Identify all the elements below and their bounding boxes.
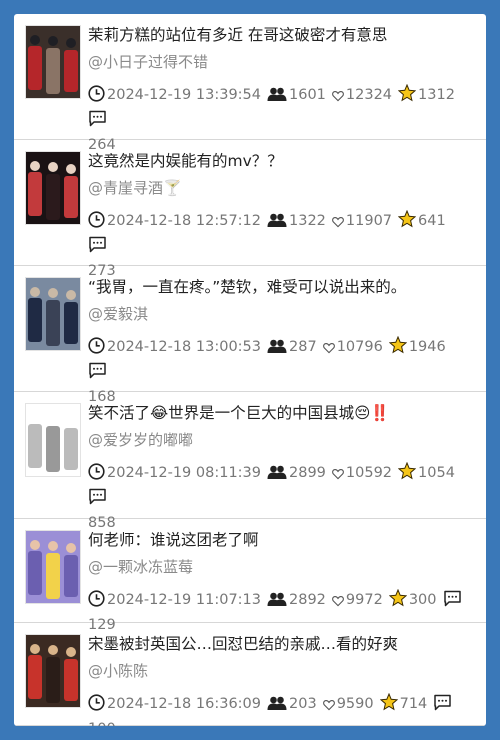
views-icon	[267, 592, 289, 608]
post-card[interactable]: 何老师：谁说这团老了啊 @一颗冰冻蓝莓 2024-12-19 11:07:13 289…	[14, 519, 486, 633]
post-title[interactable]: 茉莉方糕的站位有多近 在哥这破密才有意思	[88, 24, 468, 46]
post-title[interactable]: 笑不活了😂世界是一个巨大的中国县城😔‼️	[88, 402, 468, 424]
view-count: 2899	[289, 465, 326, 481]
like-count: 10796	[336, 339, 383, 355]
view-count: 1322	[289, 213, 326, 229]
like-count: 11907	[345, 213, 393, 229]
post-time: 2024-12-18 16:36:09	[107, 696, 261, 712]
clock-icon	[88, 211, 107, 229]
post-author[interactable]: @小日子过得不错	[88, 51, 468, 73]
heart-icon	[332, 87, 346, 103]
clock-icon	[88, 463, 107, 481]
post-time: 2024-12-19 08:11:39	[107, 465, 261, 481]
heart-icon	[332, 213, 346, 229]
comment-icon	[88, 362, 109, 380]
like-count: 9972	[345, 592, 383, 608]
comment-icon	[88, 488, 109, 506]
heart-icon	[322, 339, 337, 355]
post-thumbnail[interactable]	[25, 277, 81, 351]
post-title[interactable]: 这竟然是内娱能有的mv？？	[88, 150, 468, 172]
views-icon	[267, 696, 289, 712]
favorite-count: 1054	[418, 465, 455, 481]
clock-icon	[88, 590, 107, 608]
star-icon	[398, 462, 418, 481]
view-count: 1601	[289, 87, 326, 103]
post-author[interactable]: @爱岁岁的嘟嘟	[88, 429, 468, 451]
star-icon	[379, 693, 400, 712]
views-icon	[267, 87, 289, 103]
comment-icon	[443, 590, 464, 608]
views-icon	[267, 339, 289, 355]
post-author[interactable]: @一颗冰冻蓝莓	[88, 556, 468, 578]
star-icon	[398, 210, 418, 229]
like-count: 10592	[345, 465, 393, 481]
comment-icon	[88, 236, 109, 254]
post-thumbnail[interactable]	[25, 403, 81, 477]
favorite-count: 714	[399, 696, 428, 712]
post-thumbnail[interactable]	[25, 634, 81, 708]
clock-icon	[88, 85, 107, 103]
post-time: 2024-12-19 13:39:54	[107, 87, 261, 103]
post-card[interactable]: 这竟然是内娱能有的mv？？ @青崖寻酒🍸 2024-12-18 12:57:12 13…	[14, 140, 486, 279]
view-count: 2892	[289, 592, 326, 608]
star-icon	[398, 84, 418, 103]
post-author[interactable]: @小陈陈	[88, 660, 468, 682]
post-time: 2024-12-18 13:00:53	[107, 339, 261, 355]
post-card[interactable]: 宋墨被封英国公…回怼巴结的亲戚…看的好爽 @小陈陈 2024-12-18 16:36…	[14, 623, 486, 726]
post-card[interactable]: “我胃，一直在疼。”楚钦，难受可以说出来的。 @爱毅淇 2024-12-18 13:…	[14, 266, 486, 405]
views-icon	[267, 213, 289, 229]
post-stats: 2024-12-18 16:36:09 203 9590 714 100	[88, 692, 468, 726]
post-card[interactable]: 茉莉方糕的站位有多近 在哥这破密才有意思 @小日子过得不错 2024-12-19 1…	[14, 14, 486, 153]
comment-count: 100	[88, 721, 116, 726]
clock-icon	[88, 337, 107, 355]
post-author[interactable]: @青崖寻酒🍸	[88, 177, 468, 199]
comment-icon	[88, 110, 109, 128]
star-icon	[388, 589, 409, 608]
clock-icon	[88, 694, 107, 712]
views-icon	[267, 465, 289, 481]
post-title[interactable]: “我胃，一直在疼。”楚钦，难受可以说出来的。	[88, 276, 468, 298]
favorite-count: 300	[408, 592, 437, 608]
view-count: 203	[289, 696, 317, 712]
post-thumbnail[interactable]	[25, 25, 81, 99]
post-author[interactable]: @爱毅淇	[88, 303, 468, 325]
post-thumbnail[interactable]	[25, 151, 81, 225]
favorite-count: 641	[418, 213, 446, 229]
view-count: 287	[289, 339, 317, 355]
favorite-count: 1946	[408, 339, 446, 355]
favorite-count: 1312	[418, 87, 455, 103]
post-time: 2024-12-19 11:07:13	[107, 592, 261, 608]
like-count: 9590	[336, 696, 374, 712]
post-thumbnail[interactable]	[25, 530, 81, 604]
heart-icon	[332, 592, 346, 608]
post-card[interactable]: 笑不活了😂世界是一个巨大的中国县城😔‼️ @爱岁岁的嘟嘟 2024-12-19 08…	[14, 392, 486, 531]
post-time: 2024-12-18 12:57:12	[107, 213, 261, 229]
heart-icon	[322, 696, 337, 712]
star-icon	[388, 336, 409, 355]
heart-icon	[332, 465, 346, 481]
post-feed: 茉莉方糕的站位有多近 在哥这破密才有意思 @小日子过得不错 2024-12-19 1…	[14, 14, 486, 726]
post-title[interactable]: 何老师：谁说这团老了啊	[88, 529, 468, 551]
like-count: 12324	[345, 87, 393, 103]
post-title[interactable]: 宋墨被封英国公…回怼巴结的亲戚…看的好爽	[88, 633, 468, 655]
comment-icon	[433, 694, 454, 712]
